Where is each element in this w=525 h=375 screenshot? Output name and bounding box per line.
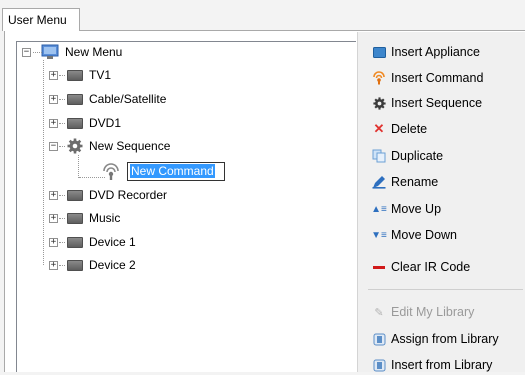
- tab-user-menu[interactable]: User Menu: [2, 8, 80, 31]
- action-label: Assign from Library: [391, 332, 499, 346]
- tree-node-new-sequence[interactable]: − New Sequence: [49, 136, 170, 156]
- library-icon: [372, 332, 386, 346]
- tree-node-label: New Sequence: [89, 139, 171, 153]
- device-icon: [67, 259, 83, 271]
- device-icon: [67, 212, 83, 224]
- action-label: Insert Sequence: [391, 96, 483, 110]
- device-icon: [67, 93, 83, 105]
- tree-node-new-command[interactable]: New Command: [101, 160, 225, 182]
- rename-icon: [372, 175, 386, 189]
- menu-monitor-icon: [41, 44, 59, 59]
- device-icon: [67, 69, 83, 81]
- tree-connector: [78, 155, 79, 178]
- tree-node-label: DVD Recorder: [89, 188, 168, 202]
- tree-node-label: Music: [89, 211, 121, 225]
- insert-appliance-button[interactable]: Insert Appliance: [372, 42, 480, 62]
- move-down-button[interactable]: ▼≡ Move Down: [371, 225, 457, 245]
- tree-node-dvd1[interactable]: + DVD1: [49, 113, 121, 133]
- tree-node-label: Device 2: [89, 258, 136, 272]
- tree-node-label: Cable/Satellite: [89, 92, 167, 106]
- expand-icon[interactable]: +: [49, 118, 58, 128]
- move-down-icon: ▼≡: [371, 229, 387, 241]
- clear-ir-code-button[interactable]: Clear IR Code: [372, 257, 470, 277]
- tree-node-device-2[interactable]: + Device 2: [49, 255, 136, 275]
- delete-icon: ✕: [373, 121, 385, 136]
- pencil-icon: ✎: [374, 306, 384, 319]
- assign-from-library-button[interactable]: Assign from Library: [372, 329, 499, 349]
- insert-sequence-button[interactable]: Insert Sequence: [372, 93, 482, 113]
- collapse-icon[interactable]: −: [49, 141, 58, 151]
- expand-icon[interactable]: +: [49, 260, 58, 270]
- action-label: Duplicate: [391, 149, 444, 163]
- tree-node-label: TV1: [89, 68, 112, 82]
- gear-icon: [67, 138, 83, 154]
- edit-my-library-button[interactable]: ✎ Edit My Library: [372, 302, 474, 322]
- action-label: Clear IR Code: [391, 260, 471, 274]
- action-label: Insert from Library: [391, 358, 493, 372]
- action-label: Rename: [391, 175, 439, 189]
- delete-button[interactable]: ✕ Delete: [372, 119, 428, 139]
- action-label: Move Up: [391, 202, 442, 216]
- move-up-icon: ▲≡: [371, 203, 387, 215]
- collapse-icon[interactable]: −: [22, 47, 31, 57]
- move-up-button[interactable]: ▲≡ Move Up: [371, 199, 442, 219]
- action-panel: Insert Appliance Insert Command Insert S…: [357, 32, 525, 372]
- separator: [368, 289, 523, 290]
- tree-node-cable-satellite[interactable]: + Cable/Satellite: [49, 89, 166, 109]
- expand-icon[interactable]: +: [49, 70, 58, 80]
- menu-tree[interactable]: − New Menu + TV1 + Cable/Satellite + DVD…: [16, 41, 356, 372]
- tree-node-dvd-recorder[interactable]: + DVD Recorder: [49, 185, 167, 205]
- action-label: Insert Command: [391, 71, 484, 85]
- action-label: Edit My Library: [391, 305, 475, 319]
- tree-connector: [43, 60, 44, 265]
- expand-icon[interactable]: +: [49, 94, 58, 104]
- expand-icon[interactable]: +: [49, 237, 58, 247]
- action-label: Delete: [391, 122, 428, 136]
- device-icon: [67, 117, 83, 129]
- insert-command-button[interactable]: Insert Command: [372, 68, 483, 88]
- tree-node-new-menu[interactable]: − New Menu: [22, 42, 122, 62]
- tab-strip: User Menu: [0, 0, 525, 31]
- remote-command-icon: [103, 163, 119, 180]
- duplicate-icon: [372, 149, 386, 163]
- tree-node-label: Device 1: [89, 235, 136, 249]
- device-icon: [67, 189, 83, 201]
- tree-node-label: New Menu: [65, 45, 123, 59]
- gear-icon: [372, 96, 386, 110]
- command-icon: [372, 71, 386, 85]
- tree-node-music[interactable]: + Music: [49, 208, 120, 228]
- rename-input-value[interactable]: New Command: [130, 164, 215, 178]
- tree-node-label: DVD1: [89, 116, 122, 130]
- library-insert-icon: [372, 358, 386, 372]
- duplicate-button[interactable]: Duplicate: [372, 146, 443, 166]
- rename-input[interactable]: New Command: [127, 161, 225, 181]
- action-label: Insert Appliance: [391, 45, 480, 59]
- tree-node-device-1[interactable]: + Device 1: [49, 232, 136, 252]
- appliance-icon: [372, 45, 386, 59]
- expand-icon[interactable]: +: [49, 190, 58, 200]
- expand-icon[interactable]: +: [49, 213, 58, 223]
- action-label: Move Down: [391, 228, 457, 242]
- insert-from-library-button[interactable]: Insert from Library: [372, 355, 492, 375]
- clear-ir-icon: [372, 260, 386, 274]
- rename-button[interactable]: Rename: [372, 172, 438, 192]
- tree-node-tv1[interactable]: + TV1: [49, 65, 111, 85]
- device-icon: [67, 236, 83, 248]
